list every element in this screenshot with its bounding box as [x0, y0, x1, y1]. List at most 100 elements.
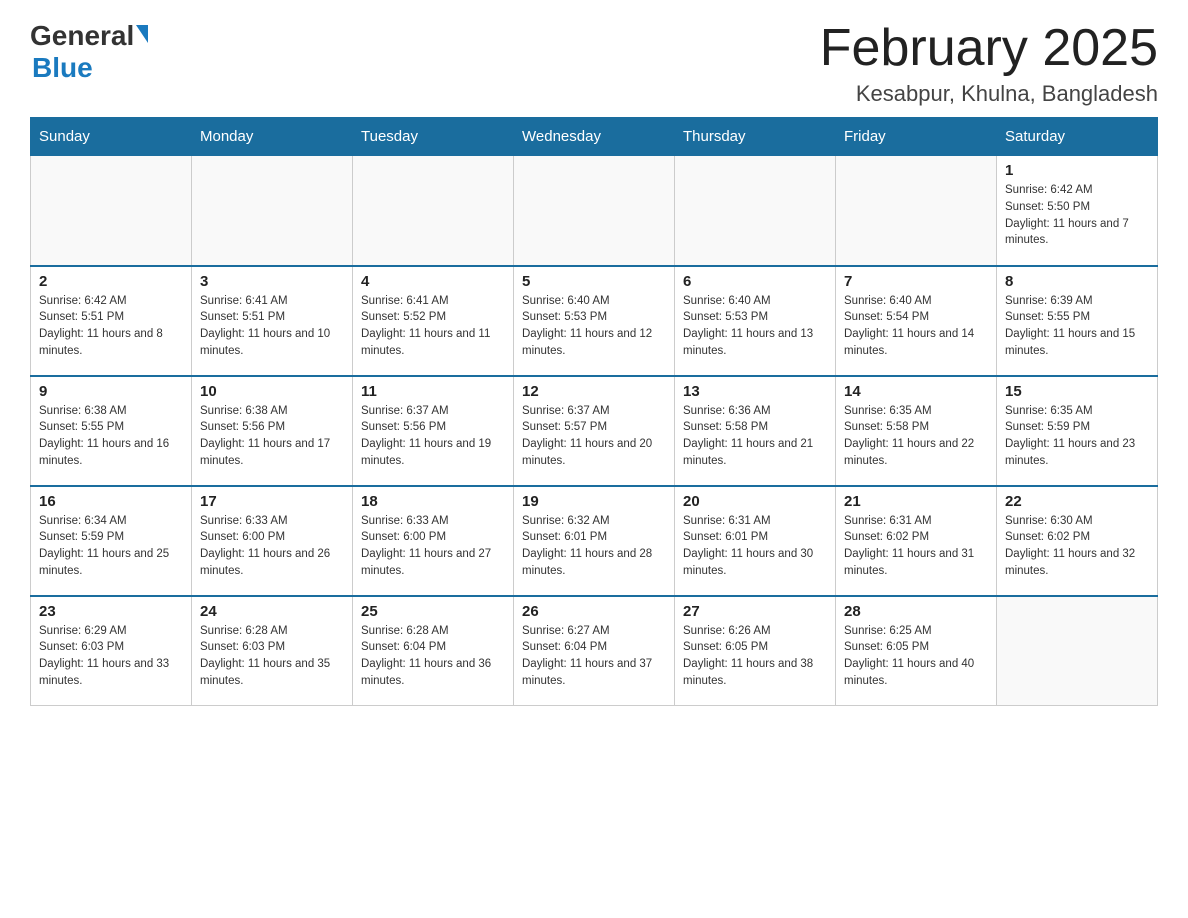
logo: General Blue: [30, 20, 148, 84]
month-title: February 2025: [820, 20, 1158, 77]
calendar-cell: 28 Sunrise: 6:25 AMSunset: 6:05 PMDayligh…: [836, 596, 997, 706]
day-info: Sunrise: 6:27 AMSunset: 6:04 PMDaylight:…: [522, 623, 666, 690]
calendar-cell: 14 Sunrise: 6:35 AMSunset: 5:58 PMDayligh…: [836, 376, 997, 486]
day-number: 20: [683, 493, 827, 510]
day-number: 11: [361, 383, 505, 400]
calendar-week-row: 23 Sunrise: 6:29 AMSunset: 6:03 PMDayligh…: [31, 596, 1158, 706]
day-number: 12: [522, 383, 666, 400]
calendar-cell: 15 Sunrise: 6:35 AMSunset: 5:59 PMDayligh…: [997, 376, 1158, 486]
day-info: Sunrise: 6:39 AMSunset: 5:55 PMDaylight:…: [1005, 293, 1149, 360]
calendar-table: SundayMondayTuesdayWednesdayThursdayFrid…: [30, 117, 1158, 706]
calendar-cell: 5Sunrise: 6:40 AMSunset: 5:53 PMDaylight…: [514, 266, 675, 376]
calendar-cell: 4 Sunrise: 6:41 AMSunset: 5:52 PMDaylight…: [353, 266, 514, 376]
calendar-week-row: 2Sunrise: 6:42 AMSunset: 5:51 PMDaylight…: [31, 266, 1158, 376]
day-info: Sunrise: 6:31 AMSunset: 6:01 PMDaylight:…: [683, 513, 827, 580]
day-info: Sunrise: 6:30 AMSunset: 6:02 PMDaylight:…: [1005, 513, 1149, 580]
day-number: 25: [361, 603, 505, 620]
day-info: Sunrise: 6:38 AMSunset: 5:55 PMDaylight:…: [39, 403, 183, 470]
calendar-cell: 17 Sunrise: 6:33 AMSunset: 6:00 PMDayligh…: [192, 486, 353, 596]
day-info: Sunrise: 6:40 AMSunset: 5:54 PMDaylight:…: [844, 293, 988, 360]
calendar-cell: 16 Sunrise: 6:34 AMSunset: 5:59 PMDayligh…: [31, 486, 192, 596]
day-info: Sunrise: 6:33 AMSunset: 6:00 PMDaylight:…: [200, 513, 344, 580]
day-number: 16: [39, 493, 183, 510]
day-info: Sunrise: 6:41 AMSunset: 5:51 PMDaylight:…: [200, 293, 344, 360]
day-number: 6: [683, 273, 827, 290]
day-info: Sunrise: 6:37 AMSunset: 5:56 PMDaylight:…: [361, 403, 505, 470]
day-info: Sunrise: 6:42 AMSunset: 5:51 PMDaylight:…: [39, 293, 183, 360]
calendar-cell: [514, 156, 675, 266]
header-tuesday: Tuesday: [353, 118, 514, 156]
calendar-cell: 8 Sunrise: 6:39 AMSunset: 5:55 PMDaylight…: [997, 266, 1158, 376]
day-info: Sunrise: 6:35 AMSunset: 5:59 PMDaylight:…: [1005, 403, 1149, 470]
logo-text: General: [30, 20, 148, 52]
logo-blue: Blue: [32, 52, 93, 83]
calendar-cell: [675, 156, 836, 266]
calendar-week-row: 1 Sunrise: 6:42 AMSunset: 5:50 PMDaylight…: [31, 156, 1158, 266]
logo-arrow-icon: [136, 25, 148, 43]
calendar-week-row: 16 Sunrise: 6:34 AMSunset: 5:59 PMDayligh…: [31, 486, 1158, 596]
day-number: 21: [844, 493, 988, 510]
day-info: Sunrise: 6:25 AMSunset: 6:05 PMDaylight:…: [844, 623, 988, 690]
calendar-cell: 10Sunrise: 6:38 AMSunset: 5:56 PMDayligh…: [192, 376, 353, 486]
header-sunday: Sunday: [31, 118, 192, 156]
day-number: 17: [200, 493, 344, 510]
day-number: 28: [844, 603, 988, 620]
calendar-cell: 12 Sunrise: 6:37 AMSunset: 5:57 PMDayligh…: [514, 376, 675, 486]
calendar-cell: 23 Sunrise: 6:29 AMSunset: 6:03 PMDayligh…: [31, 596, 192, 706]
day-info: Sunrise: 6:37 AMSunset: 5:57 PMDaylight:…: [522, 403, 666, 470]
day-number: 9: [39, 383, 183, 400]
day-info: Sunrise: 6:32 AMSunset: 6:01 PMDaylight:…: [522, 513, 666, 580]
day-info: Sunrise: 6:28 AMSunset: 6:03 PMDaylight:…: [200, 623, 344, 690]
calendar-cell: 11 Sunrise: 6:37 AMSunset: 5:56 PMDayligh…: [353, 376, 514, 486]
day-info: Sunrise: 6:28 AMSunset: 6:04 PMDaylight:…: [361, 623, 505, 690]
page-header: General Blue February 2025 Kesabpur, Khu…: [30, 20, 1158, 107]
day-number: 14: [844, 383, 988, 400]
calendar-cell: 7Sunrise: 6:40 AMSunset: 5:54 PMDaylight…: [836, 266, 997, 376]
calendar-cell: 26 Sunrise: 6:27 AMSunset: 6:04 PMDayligh…: [514, 596, 675, 706]
calendar-cell: 25 Sunrise: 6:28 AMSunset: 6:04 PMDayligh…: [353, 596, 514, 706]
day-number: 10: [200, 383, 344, 400]
logo-general: General: [30, 20, 134, 52]
calendar-cell: 6 Sunrise: 6:40 AMSunset: 5:53 PMDaylight…: [675, 266, 836, 376]
calendar-cell: 1 Sunrise: 6:42 AMSunset: 5:50 PMDaylight…: [997, 156, 1158, 266]
day-info: Sunrise: 6:40 AMSunset: 5:53 PMDaylight:…: [683, 293, 827, 360]
day-number: 8: [1005, 273, 1149, 290]
calendar-cell: 24 Sunrise: 6:28 AMSunset: 6:03 PMDayligh…: [192, 596, 353, 706]
calendar-cell: 13 Sunrise: 6:36 AMSunset: 5:58 PMDayligh…: [675, 376, 836, 486]
calendar-cell: 9 Sunrise: 6:38 AMSunset: 5:55 PMDaylight…: [31, 376, 192, 486]
day-info: Sunrise: 6:26 AMSunset: 6:05 PMDaylight:…: [683, 623, 827, 690]
header-friday: Friday: [836, 118, 997, 156]
calendar-cell: 19Sunrise: 6:32 AMSunset: 6:01 PMDayligh…: [514, 486, 675, 596]
day-info: Sunrise: 6:34 AMSunset: 5:59 PMDaylight:…: [39, 513, 183, 580]
calendar-cell: 3 Sunrise: 6:41 AMSunset: 5:51 PMDaylight…: [192, 266, 353, 376]
header-saturday: Saturday: [997, 118, 1158, 156]
day-number: 23: [39, 603, 183, 620]
calendar-cell: 22 Sunrise: 6:30 AMSunset: 6:02 PMDayligh…: [997, 486, 1158, 596]
day-number: 13: [683, 383, 827, 400]
calendar-cell: [192, 156, 353, 266]
calendar-cell: 27Sunrise: 6:26 AMSunset: 6:05 PMDayligh…: [675, 596, 836, 706]
day-info: Sunrise: 6:42 AMSunset: 5:50 PMDaylight:…: [1005, 182, 1149, 249]
day-info: Sunrise: 6:36 AMSunset: 5:58 PMDaylight:…: [683, 403, 827, 470]
day-number: 3: [200, 273, 344, 290]
calendar-cell: 2Sunrise: 6:42 AMSunset: 5:51 PMDaylight…: [31, 266, 192, 376]
day-info: Sunrise: 6:29 AMSunset: 6:03 PMDaylight:…: [39, 623, 183, 690]
calendar-cell: 20 Sunrise: 6:31 AMSunset: 6:01 PMDayligh…: [675, 486, 836, 596]
calendar-cell: 21Sunrise: 6:31 AMSunset: 6:02 PMDayligh…: [836, 486, 997, 596]
calendar-week-row: 9 Sunrise: 6:38 AMSunset: 5:55 PMDaylight…: [31, 376, 1158, 486]
day-number: 26: [522, 603, 666, 620]
title-area: February 2025 Kesabpur, Khulna, Banglade…: [820, 20, 1158, 107]
day-number: 24: [200, 603, 344, 620]
day-info: Sunrise: 6:35 AMSunset: 5:58 PMDaylight:…: [844, 403, 988, 470]
day-number: 22: [1005, 493, 1149, 510]
calendar-header-row: SundayMondayTuesdayWednesdayThursdayFrid…: [31, 118, 1158, 156]
location-subtitle: Kesabpur, Khulna, Bangladesh: [820, 81, 1158, 107]
day-number: 4: [361, 273, 505, 290]
header-wednesday: Wednesday: [514, 118, 675, 156]
calendar-cell: [836, 156, 997, 266]
day-info: Sunrise: 6:41 AMSunset: 5:52 PMDaylight:…: [361, 293, 505, 360]
calendar-cell: [997, 596, 1158, 706]
calendar-cell: 18Sunrise: 6:33 AMSunset: 6:00 PMDayligh…: [353, 486, 514, 596]
day-number: 15: [1005, 383, 1149, 400]
day-number: 1: [1005, 162, 1149, 179]
